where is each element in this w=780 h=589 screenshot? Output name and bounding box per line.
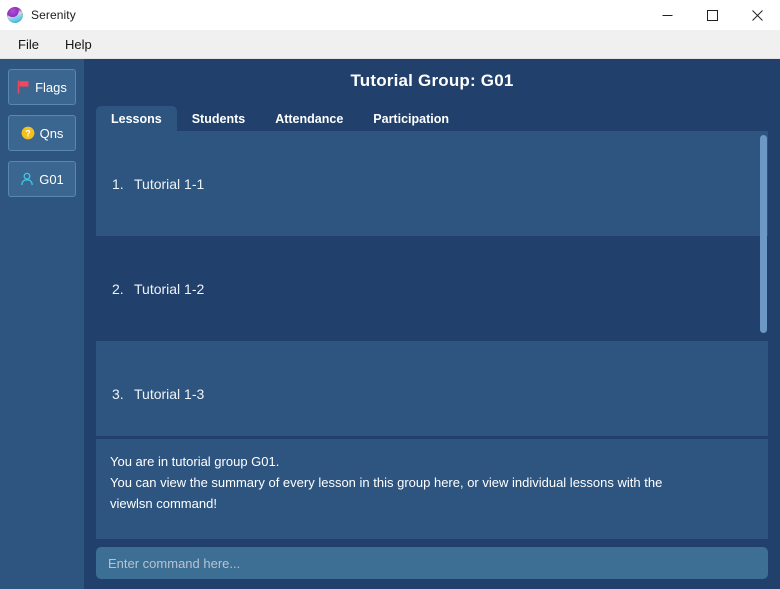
sidebar-item-qns[interactable]: ? Qns <box>8 115 76 151</box>
lesson-list-item[interactable]: 3. Tutorial 1-3 <box>96 341 768 436</box>
lesson-list-scrollbar-thumb[interactable] <box>760 135 767 333</box>
close-button[interactable] <box>735 0 780 30</box>
maximize-icon <box>707 9 718 21</box>
minimize-icon <box>662 14 673 16</box>
window-controls <box>645 0 780 30</box>
close-icon <box>752 9 763 21</box>
lesson-number: 3. <box>112 385 124 402</box>
window-title: Serenity <box>31 8 76 22</box>
serenity-sphere-logo-icon <box>7 7 23 23</box>
lesson-list-item[interactable]: 2. Tutorial 1-2 <box>96 236 768 341</box>
sidebar-item-flags-label: Flags <box>35 79 67 95</box>
lesson-name: Tutorial 1-3 <box>134 385 205 402</box>
lesson-list-area: 1. Tutorial 1-1 2. Tutorial 1-2 3. Tutor… <box>96 131 768 436</box>
page-title: Tutorial Group: G01 <box>350 71 514 90</box>
person-icon <box>21 172 34 186</box>
sidebar-item-g01[interactable]: G01 <box>8 161 76 197</box>
title-bar: Serenity <box>0 0 780 30</box>
lesson-name: Tutorial 1-1 <box>134 175 205 192</box>
feedback-line-2: You can view the summary of every lesson… <box>110 475 663 490</box>
sidebar: Flags ? Qns G01 <box>0 59 84 589</box>
menu-item-file[interactable]: File <box>8 33 49 56</box>
body-region: Flags ? Qns G01 Tutorial Group: G01 Less… <box>0 59 780 589</box>
lesson-list-scrollbar[interactable] <box>759 131 768 436</box>
feedback-line-1: You are in tutorial group G01. <box>110 454 280 469</box>
lesson-list-item[interactable]: 1. Tutorial 1-1 <box>96 131 768 236</box>
tab-lessons[interactable]: Lessons <box>96 106 177 131</box>
tab-participation[interactable]: Participation <box>358 106 464 131</box>
minimize-button[interactable] <box>645 0 690 30</box>
menu-bar: File Help <box>0 30 780 59</box>
tab-attendance[interactable]: Attendance <box>260 106 358 131</box>
sidebar-item-flags[interactable]: Flags <box>8 69 76 105</box>
feedback-panel: You are in tutorial group G01. You can v… <box>96 439 768 539</box>
app-window: Serenity File Help Flags ? Qns G01 Tutor… <box>0 0 780 589</box>
question-circle-icon: ? <box>21 126 34 140</box>
menu-item-help[interactable]: Help <box>55 33 102 56</box>
command-bar <box>84 539 780 589</box>
lesson-list: 1. Tutorial 1-1 2. Tutorial 1-2 3. Tutor… <box>96 131 768 436</box>
command-input[interactable] <box>96 547 768 579</box>
maximize-button[interactable] <box>690 0 735 30</box>
main-panel: Tutorial Group: G01 Lessons Students Att… <box>84 59 780 589</box>
lesson-name: Tutorial 1-2 <box>134 280 205 297</box>
svg-text:?: ? <box>25 128 31 138</box>
lesson-number: 1. <box>112 175 124 192</box>
feedback-line-3: viewlsn command! <box>110 496 217 511</box>
sidebar-item-g01-label: G01 <box>39 171 64 187</box>
sidebar-item-qns-label: Qns <box>39 125 64 141</box>
tab-bar: Lessons Students Attendance Participatio… <box>84 105 780 131</box>
lesson-number: 2. <box>112 280 124 297</box>
flag-icon <box>17 80 29 94</box>
tab-students[interactable]: Students <box>177 106 260 131</box>
